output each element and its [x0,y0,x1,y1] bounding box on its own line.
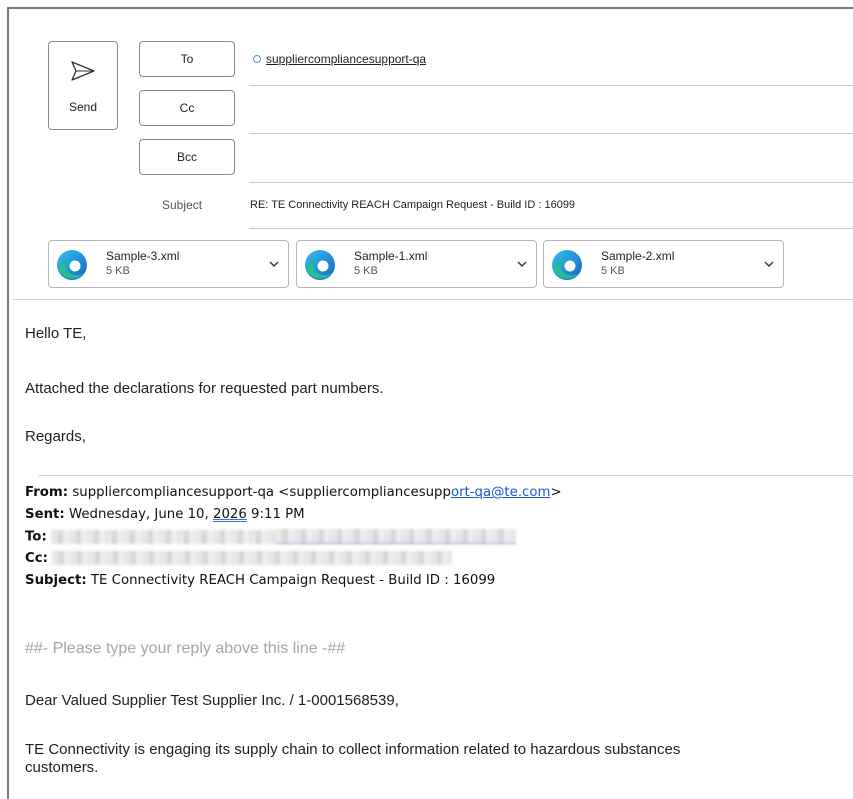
quoted-from-end: > [550,485,562,500]
quoted-sent-year: 2026 [212,507,247,522]
to-field-line [249,85,853,86]
body-closing: Regards, [25,428,86,445]
edge-browser-icon [552,250,582,280]
attachment-card[interactable]: Sample-2.xml 5 KB [543,240,784,288]
edge-browser-icon [305,250,335,280]
body-line: Attached the declarations for requested … [25,380,384,397]
chevron-down-icon[interactable] [268,258,280,270]
recipient-chip[interactable]: suppliercompliancesupport-qa [266,52,426,66]
to-label: To [180,52,194,66]
quote-divider [38,475,853,476]
attachment-filename: Sample-2.xml [601,249,675,263]
quoted-subject-value: TE Connectivity REACH Campaign Request -… [86,573,496,588]
cc-field-line [249,133,853,134]
send-icon [71,61,95,81]
quoted-sent-line: Sent: Wednesday, June 10, 2026 9:11 PM [25,507,305,522]
presence-ring-icon [253,55,261,63]
quoted-paragraph-line: TE Connectivity is engaging its supply c… [25,741,681,758]
chevron-down-icon[interactable] [763,258,775,270]
quoted-cc-label: Cc: [25,551,48,566]
quoted-salutation: Dear Valued Supplier Test Supplier Inc. … [25,692,399,709]
cc-label: Cc [179,101,195,115]
quoted-from-link[interactable]: ort-qa@te.com [451,485,551,500]
attachment-size: 5 KB [106,265,130,277]
subject-field-line [249,228,853,229]
redacted-block [276,529,516,544]
edge-browser-icon [57,250,87,280]
attachment-filename: Sample-3.xml [106,249,180,263]
cc-input[interactable] [249,95,849,129]
bcc-button[interactable]: Bcc [139,139,235,175]
attachment-size: 5 KB [354,265,378,277]
to-input[interactable]: suppliercompliancesupport-qa [253,52,426,66]
attachment-filename: Sample-1.xml [354,249,428,263]
cc-button[interactable]: Cc [139,90,235,126]
quoted-from-value: suppliercompliancesupport-qa <supplierco… [68,485,451,500]
quoted-cc-line: Cc: [25,551,453,566]
send-button[interactable]: Send [48,41,118,130]
body-greeting: Hello TE, [25,325,87,342]
subject-label: Subject [162,198,203,212]
redacted-block [51,529,276,544]
quoted-paragraph-line: customers. [25,759,99,776]
attachment-card[interactable]: Sample-3.xml 5 KB [48,240,289,288]
quoted-subject-line: Subject: TE Connectivity REACH Campaign … [25,573,495,588]
quoted-from-label: From: [25,485,69,500]
quoted-from-line: From: suppliercompliancesupport-qa <supp… [25,485,562,500]
bcc-label: Bcc [176,150,197,164]
reply-marker: ##- Please type your reply above this li… [25,640,346,657]
send-label: Send [68,100,98,114]
quoted-sent-value: Wednesday, June 10, [64,507,213,522]
quoted-to-line: To: [25,529,516,545]
quoted-sent-time: 9:11 PM [246,507,305,522]
quoted-subject-label: Subject: [25,573,87,588]
attachment-size: 5 KB [601,265,625,277]
bcc-field-line [249,182,853,183]
window-top-edge [0,0,853,7]
bcc-input[interactable] [249,144,849,178]
to-button[interactable]: To [139,41,235,77]
quoted-sent-label: Sent: [25,507,65,522]
chevron-down-icon[interactable] [516,258,528,270]
quoted-to-label: To: [25,529,47,545]
attachment-card[interactable]: Sample-1.xml 5 KB [296,240,537,288]
redacted-block [52,551,453,565]
subject-input[interactable]: RE: TE Connectivity REACH Campaign Reque… [250,199,575,211]
